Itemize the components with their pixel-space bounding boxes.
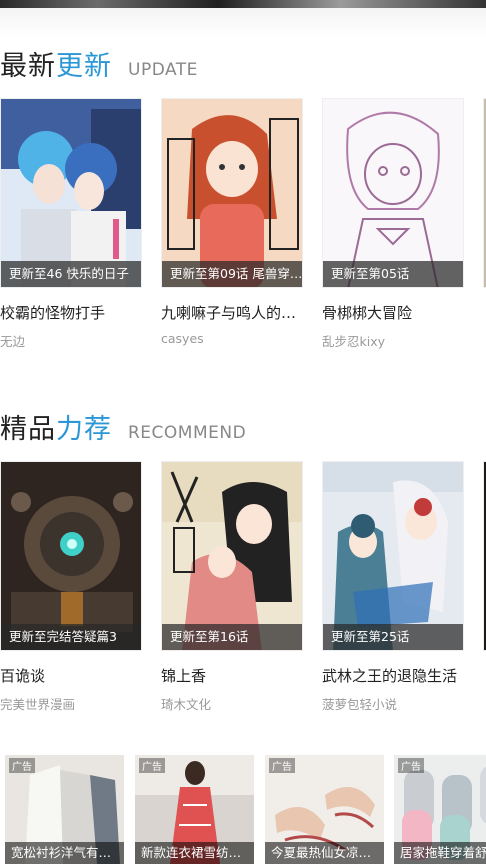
section-subtitle: RECOMMEND (128, 423, 247, 443)
comic-card[interactable]: 更新至第16话 锦上香 琦木文化 (161, 461, 303, 713)
section-header-recommend: 精品力荐 RECOMMEND (0, 407, 246, 447)
update-badge: 更新至46 快乐的日子 (1, 261, 141, 287)
ad-row[interactable]: 广告 宽松衬衫洋气有… 广告 新款连衣裙雪纺… 广告 今夏最热仙女凉… 广告 居… (0, 755, 486, 864)
comic-cover[interactable]: 更新至第16话 (161, 461, 303, 651)
ad-card[interactable]: 广告 居家拖鞋穿着舒… (394, 755, 486, 864)
comic-card[interactable]: 更新至第05话 骨梆梆大冒险 乱步忍kixy (322, 98, 464, 350)
comic-card[interactable]: 更新至第09话 尾兽穿… 九喇嘛子与鸣人的… casyes (161, 98, 303, 346)
comic-card[interactable]: 更新至完结答疑篇3 百诡谈 完美世界漫画 (0, 461, 142, 713)
update-badge: 更新至第05话 (323, 261, 463, 287)
update-badge: 更新至完结答疑篇3 (1, 624, 141, 650)
comic-author: 无边 (0, 334, 26, 349)
update-badge: 更新至第09话 尾兽穿… (162, 261, 302, 287)
ad-caption: 居家拖鞋穿着舒… (394, 842, 486, 864)
comic-author: 琦木文化 (161, 697, 212, 712)
section-subtitle: UPDATE (128, 60, 198, 80)
ad-label: 广告 (139, 758, 165, 773)
ad-card[interactable]: 广告 新款连衣裙雪纺… (135, 755, 254, 864)
ad-label: 广告 (9, 758, 35, 773)
comic-card[interactable]: 更新至46 快乐的日子 校霸的怪物打手 无边 (0, 98, 142, 350)
comic-cover[interactable]: 更新至第05话 (322, 98, 464, 288)
ad-label: 广告 (269, 758, 295, 773)
update-badge: 更新至第16话 (162, 624, 302, 650)
comic-title[interactable]: 武林之王的退隐生活 (322, 665, 464, 686)
ad-card[interactable]: 广告 宽松衬衫洋气有… (5, 755, 124, 864)
comic-card[interactable]: 更新至第25话 武林之王的退隐生活 菠萝包轻小说 (322, 461, 464, 713)
comic-author: 完美世界漫画 (0, 697, 76, 712)
section-title: 精品力荐 (0, 414, 112, 445)
section-title: 最新更新 (0, 51, 112, 82)
comic-cover[interactable]: 更新至46 快乐的日子 (0, 98, 142, 288)
ad-caption: 今夏最热仙女凉… (265, 842, 384, 864)
comic-cover[interactable]: 更新至第25话 (322, 461, 464, 651)
ad-card[interactable]: 广告 今夏最热仙女凉… (265, 755, 384, 864)
top-banner-strip[interactable] (0, 0, 486, 8)
comic-cover[interactable]: 更新至完结答疑篇3 (0, 461, 142, 651)
section-header-update: 最新更新 UPDATE (0, 44, 198, 84)
recommend-row[interactable]: 更新至完结答疑篇3 百诡谈 完美世界漫画 更新至第16话 锦上香 琦木文化 更新… (0, 461, 486, 721)
ad-caption: 宽松衬衫洋气有… (5, 842, 124, 864)
update-row[interactable]: 更新至46 快乐的日子 校霸的怪物打手 无边 更新至第09话 尾兽穿… 九喇嘛子… (0, 98, 486, 358)
update-badge: 更新至第25话 (323, 624, 463, 650)
comic-cover[interactable]: 更新至第09话 尾兽穿… (161, 98, 303, 288)
ad-label: 广告 (398, 758, 424, 773)
ad-caption: 新款连衣裙雪纺… (135, 842, 254, 864)
banner-fade (0, 8, 486, 38)
comic-author: 乱步忍kixy (322, 334, 386, 349)
comic-title[interactable]: 九喇嘛子与鸣人的… (161, 302, 303, 323)
comic-author: casyes (161, 331, 204, 346)
comic-title[interactable]: 骨梆梆大冒险 (322, 302, 464, 323)
comic-title[interactable]: 锦上香 (161, 665, 303, 686)
comic-title[interactable]: 百诡谈 (0, 665, 142, 686)
comic-title[interactable]: 校霸的怪物打手 (0, 302, 142, 323)
comic-author: 菠萝包轻小说 (322, 697, 398, 712)
